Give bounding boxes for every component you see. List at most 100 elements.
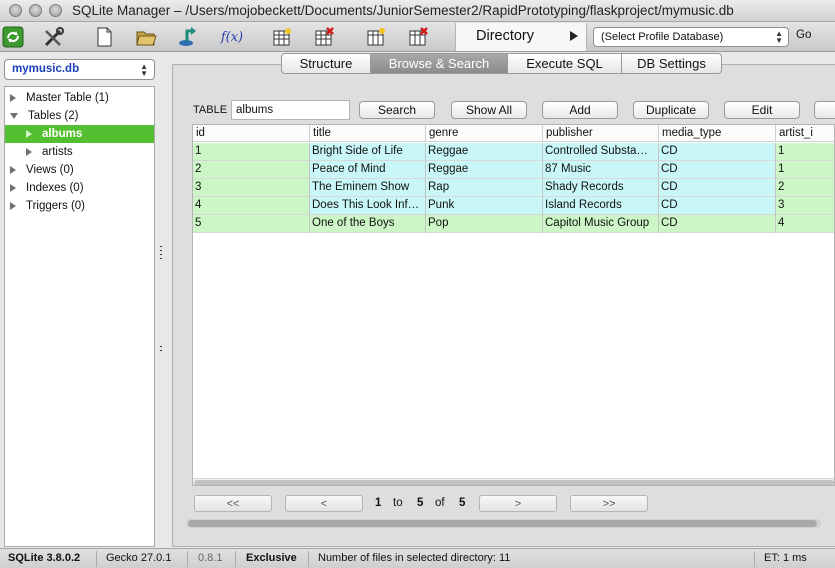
table-cell[interactable]: 4 xyxy=(193,197,310,215)
edit-button[interactable]: Edit xyxy=(724,101,800,119)
tree-item[interactable]: albums xyxy=(5,125,154,143)
table-cell[interactable]: Reggae xyxy=(426,161,543,179)
minimize-window-button[interactable] xyxy=(29,4,42,17)
tree-item-label: Views (0) xyxy=(26,164,74,176)
table-cell[interactable]: Does This Look Inf… xyxy=(310,197,426,215)
table-row[interactable]: 2 Peace of Mind Reggae 87 Music CD 1 xyxy=(193,161,834,179)
function-button[interactable]: f(x) xyxy=(218,25,246,49)
table-cell[interactable]: 3 xyxy=(776,197,834,215)
disclosure-collapsed-icon[interactable] xyxy=(26,148,32,156)
disclosure-expanded-icon[interactable] xyxy=(10,113,18,119)
profile-select-value: (Select Profile Database) xyxy=(601,31,724,43)
table-row[interactable]: 4 Does This Look Inf… Punk Island Records CD… xyxy=(193,197,834,215)
table-cell[interactable]: 87 Music xyxy=(543,161,659,179)
table-cell[interactable]: 3 xyxy=(193,179,310,197)
tab-structure[interactable]: Structure xyxy=(281,53,371,74)
table-cell[interactable]: Rap xyxy=(426,179,543,197)
table-cell[interactable]: Bright Side of Life xyxy=(310,143,426,161)
search-button[interactable]: Search xyxy=(359,101,435,119)
table-cell[interactable]: The Eminem Show xyxy=(310,179,426,197)
disclosure-collapsed-icon[interactable] xyxy=(26,130,32,138)
new-database-button[interactable] xyxy=(92,25,116,49)
tree-item[interactable]: Tables (2) xyxy=(5,107,154,125)
delete-button[interactable] xyxy=(814,101,835,119)
zoom-window-button[interactable] xyxy=(49,4,62,17)
table-cell[interactable]: One of the Boys xyxy=(310,215,426,233)
table-cell[interactable]: Reggae xyxy=(426,143,543,161)
panel-splitter[interactable] xyxy=(158,86,166,547)
refresh-button[interactable] xyxy=(1,25,25,49)
grid-horizontal-scrollbar[interactable] xyxy=(193,478,834,485)
tab-db-settings[interactable]: DB Settings xyxy=(622,53,722,74)
drop-index-button[interactable] xyxy=(406,25,430,49)
pager-from: 1 xyxy=(375,497,382,509)
drop-table-icon xyxy=(315,27,334,46)
first-page-button[interactable]: << xyxy=(194,495,272,512)
drop-table-button[interactable] xyxy=(312,25,336,49)
tree-item[interactable]: Indexes (0) xyxy=(5,179,154,197)
export-button[interactable] xyxy=(176,25,200,49)
table-cell[interactable]: 4 xyxy=(776,215,834,233)
tab-browse-search[interactable]: Browse & Search xyxy=(371,53,508,74)
create-index-button[interactable] xyxy=(364,25,388,49)
pager-to: 5 xyxy=(417,497,424,509)
next-page-button[interactable]: > xyxy=(479,495,557,512)
table-cell[interactable]: Punk xyxy=(426,197,543,215)
column-header[interactable]: genre xyxy=(426,125,543,142)
last-page-button[interactable]: >> xyxy=(570,495,648,512)
add-button[interactable]: Add xyxy=(542,101,618,119)
tree-item[interactable]: Master Table (1) xyxy=(5,89,154,107)
table-cell[interactable]: CD xyxy=(659,161,776,179)
panel-horizontal-scrollbar[interactable] xyxy=(186,519,821,528)
sqlite-version: SQLite 3.8.0.2 xyxy=(8,552,81,564)
directory-button[interactable]: Directory xyxy=(455,23,587,51)
disclosure-collapsed-icon[interactable] xyxy=(10,202,16,210)
disclosure-collapsed-icon[interactable] xyxy=(10,184,16,192)
previous-page-button[interactable]: < xyxy=(285,495,363,512)
tree-item[interactable]: artists xyxy=(5,143,154,161)
table-cell[interactable]: Controlled Substa… xyxy=(543,143,659,161)
schema-tree[interactable]: Master Table (1) Tables (2) albums artists V… xyxy=(4,86,155,547)
table-row[interactable]: 1 Bright Side of Life Reggae Controlled Sub… xyxy=(193,143,834,161)
database-select[interactable]: mymusic.db ▲ ▼ xyxy=(4,59,155,80)
column-header[interactable]: publisher xyxy=(543,125,659,142)
profile-database-select[interactable]: (Select Profile Database) ▲ ▼ xyxy=(593,27,789,47)
disclosure-collapsed-icon[interactable] xyxy=(10,94,16,102)
create-table-button[interactable] xyxy=(270,25,294,49)
table-cell[interactable]: 1 xyxy=(193,143,310,161)
disclosure-collapsed-icon[interactable] xyxy=(10,166,16,174)
table-cell[interactable]: CD xyxy=(659,215,776,233)
table-cell[interactable]: 1 xyxy=(776,161,834,179)
duplicate-button[interactable]: Duplicate xyxy=(633,101,709,119)
column-header[interactable]: artist_i xyxy=(776,125,834,142)
table-cell[interactable]: Capitol Music Group xyxy=(543,215,659,233)
table-name-field[interactable]: albums xyxy=(231,100,350,120)
table-cell[interactable]: Peace of Mind xyxy=(310,161,426,179)
table-cell[interactable]: CD xyxy=(659,179,776,197)
open-database-button[interactable] xyxy=(134,25,158,49)
column-header[interactable]: media_type xyxy=(659,125,776,142)
column-header[interactable]: id xyxy=(193,125,310,142)
directory-label: Directory xyxy=(476,28,535,44)
close-window-button[interactable] xyxy=(9,4,22,17)
table-cell[interactable]: 2 xyxy=(193,161,310,179)
column-header[interactable]: title xyxy=(310,125,426,142)
table-cell[interactable]: 5 xyxy=(193,215,310,233)
table-cell[interactable]: 1 xyxy=(776,143,834,161)
tree-item[interactable]: Triggers (0) xyxy=(5,197,154,215)
tree-item[interactable]: Views (0) xyxy=(5,161,154,179)
tree-item-label: artists xyxy=(42,146,73,158)
tools-button[interactable] xyxy=(42,25,66,49)
table-cell[interactable]: CD xyxy=(659,197,776,215)
tab-execute-sql[interactable]: Execute SQL xyxy=(508,53,622,74)
results-grid[interactable]: id title genre publisher media_type artist_i … xyxy=(192,124,835,486)
table-cell[interactable]: 2 xyxy=(776,179,834,197)
table-cell[interactable]: CD xyxy=(659,143,776,161)
table-cell[interactable]: Pop xyxy=(426,215,543,233)
table-cell[interactable]: Shady Records xyxy=(543,179,659,197)
table-row[interactable]: 3 The Eminem Show Rap Shady Records CD 2 xyxy=(193,179,834,197)
go-button[interactable]: Go xyxy=(796,29,811,41)
table-row[interactable]: 5 One of the Boys Pop Capitol Music Group CD… xyxy=(193,215,834,233)
table-cell[interactable]: Island Records xyxy=(543,197,659,215)
show-all-button[interactable]: Show All xyxy=(451,101,527,119)
